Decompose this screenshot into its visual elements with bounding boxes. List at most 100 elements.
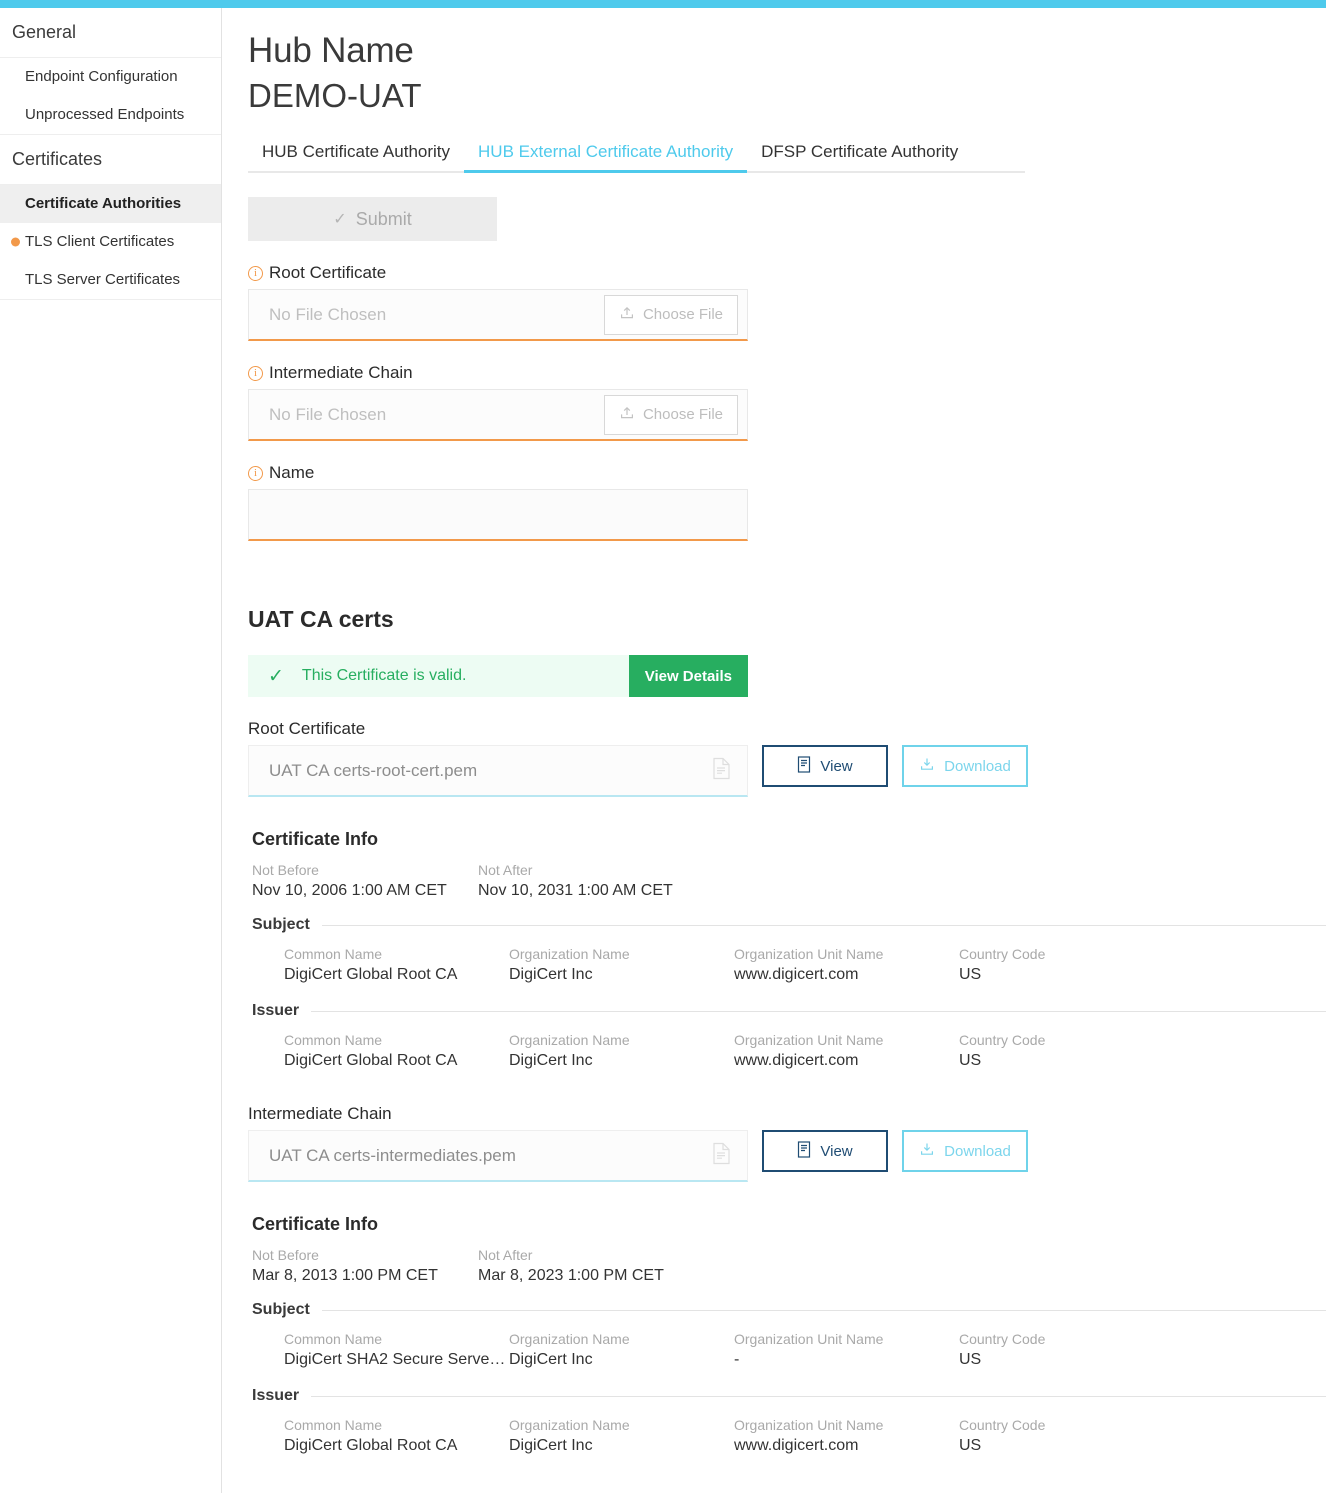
attr-value: DigiCert Global Root CA xyxy=(284,1052,458,1069)
sidebar-item-label: TLS Server Certificates xyxy=(25,271,181,288)
name-input[interactable] xyxy=(248,489,748,541)
certificate-validity-banner: ✓ This Certificate is valid. View Detail… xyxy=(248,655,748,697)
subject-heading-label: Subject xyxy=(252,1301,310,1318)
submit-button[interactable]: ✓ Submit xyxy=(248,197,497,241)
sidebar: General Endpoint Configuration Unprocess… xyxy=(0,8,222,1493)
sidebar-item-tls-client-certificates[interactable]: TLS Client Certificates xyxy=(0,223,221,261)
info-icon[interactable]: i xyxy=(248,265,263,281)
file-input-placeholder: No File Chosen xyxy=(269,304,387,324)
intermediate-chain-file-field[interactable]: UAT CA certs-intermediates.pem xyxy=(248,1130,748,1182)
attr-label: Organization Unit Name xyxy=(734,1032,884,1048)
view-details-button[interactable]: View Details xyxy=(628,655,748,697)
attr-organization-unit-name: Organization Unit Name www.digicert.com xyxy=(734,1415,959,1457)
attr-organization-unit-name: Organization Unit Name www.digicert.com xyxy=(734,944,959,986)
document-icon xyxy=(712,757,731,785)
label-root-certificate-file: Root Certificate xyxy=(248,719,366,738)
divider xyxy=(321,924,1326,926)
attr-label: Country Code xyxy=(959,1032,1046,1048)
attr-value: US xyxy=(959,1437,982,1454)
choose-file-button-root-certificate[interactable]: Choose File xyxy=(603,294,738,335)
attr-organization-name: Organization Name DigiCert Inc xyxy=(509,1030,734,1072)
subject-attributes: Common Name DigiCert Global Root CA Orga… xyxy=(252,938,1326,996)
sidebar-group-certificates: Certificates Certificate Authorities TLS… xyxy=(0,135,221,300)
subject-section: Subject Common Name DigiCert SHA2 Secure… xyxy=(252,1301,1326,1381)
attr-label: Country Code xyxy=(959,946,1046,962)
file-input-intermediate-chain[interactable]: No File Chosen Choose File xyxy=(248,389,748,441)
attr-value: DigiCert Global Root CA xyxy=(284,966,458,983)
root-certificate-file-row: UAT CA certs-root-cert.pem View Download xyxy=(248,745,1326,797)
document-view-icon xyxy=(797,755,811,777)
view-button-intermediate-chain[interactable]: View xyxy=(762,1130,888,1172)
attr-label: Organization Unit Name xyxy=(734,946,884,962)
attr-label: Common Name xyxy=(284,1417,383,1433)
sidebar-item-label: Certificate Authorities xyxy=(25,195,182,212)
issuer-section: Issuer Common Name DigiCert Global Root … xyxy=(252,1002,1326,1082)
validity-message: This Certificate is valid. xyxy=(301,667,467,684)
not-after-label: Not After xyxy=(478,1247,533,1263)
document-icon xyxy=(712,1142,731,1170)
view-button-root-certificate[interactable]: View xyxy=(762,745,888,787)
field-label-text: Root Certificate xyxy=(269,263,387,282)
certificate-info-title: Certificate Info xyxy=(252,829,379,849)
info-icon[interactable]: i xyxy=(248,465,263,481)
upload-icon xyxy=(619,305,635,325)
download-icon xyxy=(919,756,935,776)
attr-value: - xyxy=(734,1351,740,1368)
not-before-column: Not Before Mar 8, 2013 1:00 PM CET xyxy=(252,1245,478,1287)
issuer-section: Issuer Common Name DigiCert Global Root … xyxy=(252,1387,1326,1467)
field-intermediate-chain: i Intermediate Chain No File Chosen Choo… xyxy=(248,363,748,441)
download-button-label: Download xyxy=(944,1142,1011,1160)
attr-label: Country Code xyxy=(959,1417,1046,1433)
sidebar-group-title-general: General xyxy=(0,8,221,58)
download-button-intermediate-chain[interactable]: Download xyxy=(902,1130,1028,1172)
choose-file-label: Choose File xyxy=(642,406,723,423)
not-after-value: Mar 8, 2023 1:00 PM CET xyxy=(478,1267,664,1284)
certificate-info-root: Certificate Info Not Before Nov 10, 2006… xyxy=(248,829,1326,1082)
divider xyxy=(311,1395,1326,1397)
subject-heading-label: Subject xyxy=(252,916,310,933)
sidebar-item-tls-server-certificates[interactable]: TLS Server Certificates xyxy=(0,261,221,300)
check-icon: ✓ xyxy=(333,211,347,228)
not-after-label: Not After xyxy=(478,862,533,878)
sidebar-item-label: Endpoint Configuration xyxy=(25,68,178,85)
document-view-icon xyxy=(797,1140,811,1162)
hub-name-value: DEMO-UAT xyxy=(248,77,422,114)
app-root: General Endpoint Configuration Unprocess… xyxy=(0,0,1326,1493)
attr-label: Organization Name xyxy=(509,1331,630,1347)
tab-hub-external-certificate-authority[interactable]: HUB External Certificate Authority xyxy=(464,136,748,173)
sidebar-item-certificate-authorities[interactable]: Certificate Authorities xyxy=(0,185,221,223)
tab-dfsp-certificate-authority[interactable]: DFSP Certificate Authority xyxy=(747,136,972,171)
field-label-name: i Name xyxy=(248,463,748,483)
attr-country-code: Country Code US xyxy=(959,1415,1184,1457)
status-dot-icon xyxy=(11,237,20,247)
choose-file-button-intermediate-chain[interactable]: Choose File xyxy=(603,394,738,435)
file-input-root-certificate[interactable]: No File Chosen Choose File xyxy=(248,289,748,341)
not-before-value: Mar 8, 2013 1:00 PM CET xyxy=(252,1267,438,1284)
view-button-label: View xyxy=(820,757,853,775)
attr-label: Organization Name xyxy=(509,1032,630,1048)
attr-value: DigiCert Inc xyxy=(509,966,593,983)
issuer-attributes: Common Name DigiCert Global Root CA Orga… xyxy=(252,1409,1326,1467)
attr-value: US xyxy=(959,1052,982,1069)
not-before-label: Not Before xyxy=(252,1247,319,1263)
main-content: Hub Name DEMO-UAT HUB Certificate Author… xyxy=(223,8,1326,1467)
attr-label: Organization Name xyxy=(509,1417,630,1433)
certificate-dates: Not Before Nov 10, 2006 1:00 AM CET Not … xyxy=(252,860,1326,902)
attr-value: US xyxy=(959,1351,982,1368)
attr-label: Common Name xyxy=(284,946,383,962)
attr-value: DigiCert Inc xyxy=(509,1351,593,1368)
download-button-root-certificate[interactable]: Download xyxy=(902,745,1028,787)
not-after-column: Not After Nov 10, 2031 1:00 AM CET xyxy=(478,860,704,902)
sidebar-item-endpoint-configuration[interactable]: Endpoint Configuration xyxy=(0,58,221,96)
subject-heading: Subject xyxy=(252,1301,1326,1319)
subject-section: Subject Common Name DigiCert Global Root… xyxy=(252,916,1326,996)
info-icon[interactable]: i xyxy=(248,365,263,381)
field-label-text: Intermediate Chain xyxy=(269,363,413,382)
root-certificate-file-field[interactable]: UAT CA certs-root-cert.pem xyxy=(248,745,748,797)
attr-common-name: Common Name DigiCert Global Root CA xyxy=(284,1415,509,1457)
tab-hub-certificate-authority[interactable]: HUB Certificate Authority xyxy=(248,136,464,171)
sidebar-item-unprocessed-endpoints[interactable]: Unprocessed Endpoints xyxy=(0,96,221,135)
subject-heading: Subject xyxy=(252,916,1326,934)
attr-value: DigiCert Inc xyxy=(509,1437,593,1454)
attr-label: Common Name xyxy=(284,1032,383,1048)
